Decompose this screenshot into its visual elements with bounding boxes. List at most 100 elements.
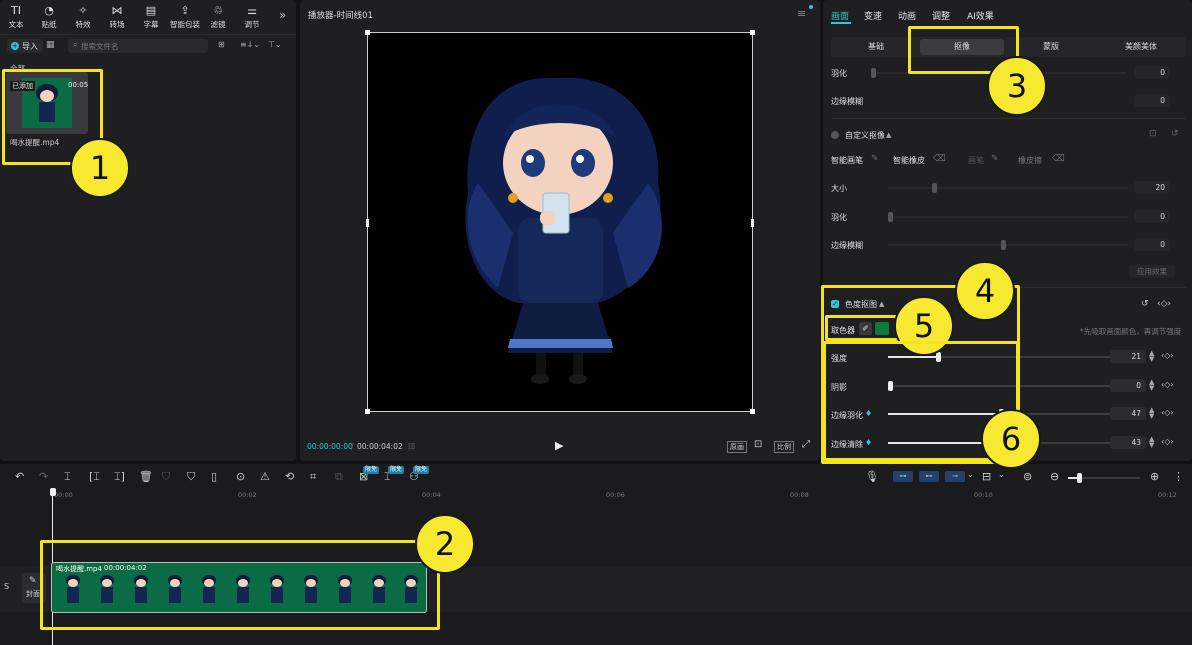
timecode-grid-icon[interactable]: ▥ xyxy=(408,441,416,450)
filter-icon[interactable]: ⊤⌄ xyxy=(268,40,282,49)
tool-filter[interactable]: ♲ 滤镜 xyxy=(203,4,233,30)
tool-transition[interactable]: ⋈ 转场 xyxy=(102,4,132,30)
freeze-icon[interactable]: ▯ xyxy=(211,470,217,483)
split-icon[interactable]: ⌶ xyxy=(64,470,71,484)
zoom-slider[interactable] xyxy=(1068,473,1140,483)
zoom-out-icon[interactable]: ⊖ xyxy=(1050,470,1059,483)
rotate-icon[interactable]: ⟲ xyxy=(285,470,294,483)
play-button[interactable]: ▶ xyxy=(555,439,563,452)
search-input[interactable]: ⌕ 搜索文件名 xyxy=(68,39,208,53)
eraser-icon[interactable]: ⌫ xyxy=(933,154,946,164)
eraser-tool-icon[interactable]: ⌫ xyxy=(1052,154,1065,164)
keyframe-icon[interactable]: ‹◇› xyxy=(1161,437,1174,446)
slider-knob[interactable] xyxy=(932,183,937,193)
size-value[interactable]: 20 xyxy=(1134,181,1170,194)
screenshot-icon[interactable]: ⊡ xyxy=(754,439,762,450)
keyframe-icon[interactable]: ‹◇› xyxy=(1161,380,1174,389)
smart-crop-icon[interactable]: ⧉ xyxy=(335,470,343,484)
tab-animation[interactable]: 动画 xyxy=(898,9,916,22)
stepper-icon[interactable]: ▲ ▼ xyxy=(1149,436,1154,449)
custom-feather-slider[interactable] xyxy=(888,212,1128,222)
tab-adjust[interactable]: 调整 xyxy=(932,9,950,22)
smart-brush-label[interactable]: 智能画笔 xyxy=(831,155,863,166)
apply-effect-button[interactable]: 应用效果 xyxy=(1129,265,1175,278)
smart-eraser-label[interactable]: 智能橡皮 xyxy=(893,155,925,166)
more-options-icon[interactable]: ⋮ xyxy=(1173,470,1184,483)
split-right-icon[interactable]: ⌶] xyxy=(114,470,125,484)
grid-view-icon[interactable]: ▦ xyxy=(46,40,55,50)
brush-label[interactable]: 画笔 xyxy=(968,155,984,166)
layout-icon[interactable]: ⊞ xyxy=(218,40,225,49)
tool-effects[interactable]: ✧ 特效 xyxy=(68,4,98,30)
zoom-in-icon[interactable]: ⊕ xyxy=(1150,470,1159,483)
custom-edge-blur-value[interactable]: 0 xyxy=(1134,238,1170,251)
slider-knob[interactable] xyxy=(1001,240,1006,250)
resize-handle[interactable] xyxy=(751,219,754,227)
slider-knob[interactable] xyxy=(1077,473,1082,483)
tab-picture[interactable]: 画面 xyxy=(831,9,849,22)
mark-icon[interactable]: ⛉ xyxy=(187,470,195,484)
brush-icon[interactable]: ✎ xyxy=(871,154,879,164)
split-screen-icon[interactable]: ⊟ xyxy=(982,470,991,483)
keyframe-icon[interactable]: ‹◇› xyxy=(1157,299,1171,309)
more-tools-button[interactable]: » xyxy=(279,8,286,22)
slider-knob[interactable] xyxy=(888,212,893,222)
shield-icon[interactable]: ⛉ xyxy=(162,470,170,484)
microphone-icon[interactable]: 🎙 xyxy=(865,470,879,483)
export-icon[interactable]: ⊡ xyxy=(1149,129,1157,139)
custom-edge-blur-slider[interactable] xyxy=(888,240,1128,250)
tool-smart-pack[interactable]: ⇪ 智能包装 xyxy=(168,4,202,30)
tab-speed[interactable]: 变速 xyxy=(864,9,882,22)
snap-toggle-icon[interactable]: ⊷ xyxy=(919,471,939,482)
preview-axis-icon[interactable]: ⊸ xyxy=(945,471,965,482)
delete-icon[interactable]: 🗑 xyxy=(139,470,153,483)
tool-subtitle[interactable]: ▤ 字幕 xyxy=(136,4,166,30)
custom-feather-value[interactable]: 0 xyxy=(1134,210,1170,223)
size-slider[interactable] xyxy=(888,183,1128,193)
stepper-icon[interactable]: ▲ ▼ xyxy=(1149,407,1154,420)
edge-feather-value[interactable]: 47 xyxy=(1110,407,1146,420)
import-button[interactable]: + 导入 xyxy=(7,39,43,53)
resize-handle[interactable] xyxy=(750,409,755,414)
play-reverse-icon[interactable]: ⊙ xyxy=(236,470,245,483)
custom-cutout-checkbox[interactable] xyxy=(831,131,839,139)
sort-icon[interactable]: ≡↓⌄ xyxy=(240,40,260,49)
resize-handle[interactable] xyxy=(366,219,369,227)
reset-icon[interactable]: ↺ xyxy=(1141,299,1149,309)
keyframe-icon[interactable]: ‹◇› xyxy=(1161,351,1174,360)
eraser-label[interactable]: 橡皮擦 xyxy=(1018,155,1042,166)
aspect-ratio-button[interactable]: 比例 xyxy=(774,441,794,453)
reset-icon[interactable]: ↺ xyxy=(1171,129,1179,139)
resize-handle[interactable] xyxy=(365,409,370,414)
edge-clear-value[interactable]: 43 xyxy=(1110,436,1146,449)
playhead-handle[interactable] xyxy=(50,488,56,496)
stepper-icon[interactable]: ▲ ▼ xyxy=(1149,350,1154,363)
intensity-value[interactable]: 21 xyxy=(1110,350,1146,363)
tab-ai-effects[interactable]: AI效果 xyxy=(967,9,994,22)
undo-icon[interactable]: ↶ xyxy=(15,470,24,483)
chevron-down-icon[interactable]: ⌄ xyxy=(967,470,974,479)
resize-handle[interactable] xyxy=(750,30,755,35)
stepper-icon[interactable]: ▲ ▼ xyxy=(1149,379,1154,392)
resize-handle[interactable] xyxy=(365,30,370,35)
crop-icon[interactable]: ⌗ xyxy=(310,470,316,484)
subtab-mask[interactable]: 蒙版 xyxy=(1006,39,1096,55)
original-quality-button[interactable]: 原画 xyxy=(727,441,747,453)
comment-icon[interactable]: ⊜ xyxy=(1023,470,1032,483)
subtab-beauty[interactable]: 美颜美体 xyxy=(1096,39,1186,55)
link-toggle-icon[interactable]: ⊶ xyxy=(893,471,913,482)
slider-knob[interactable] xyxy=(871,68,876,78)
chevron-down-icon[interactable]: ⌄ xyxy=(998,470,1005,479)
menu-icon[interactable]: ≡ xyxy=(797,7,806,20)
feather-value[interactable]: 0 xyxy=(1134,66,1170,79)
fullscreen-icon[interactable]: ⤢ xyxy=(802,439,810,450)
keyframe-icon[interactable]: ‹◇› xyxy=(1161,408,1174,417)
tool-adjust[interactable]: ⚌ 调节 xyxy=(237,4,267,30)
redo-icon[interactable]: ↷ xyxy=(39,470,48,483)
video-canvas[interactable] xyxy=(365,30,755,414)
split-left-icon[interactable]: [⌶ xyxy=(89,470,100,484)
tool-sticker[interactable]: ◔ 贴纸 xyxy=(34,4,64,30)
pen-icon[interactable]: ✎ xyxy=(991,154,999,164)
mirror-icon[interactable]: ⚠ xyxy=(260,470,270,483)
collapse-icon[interactable]: ▲ xyxy=(886,131,891,139)
